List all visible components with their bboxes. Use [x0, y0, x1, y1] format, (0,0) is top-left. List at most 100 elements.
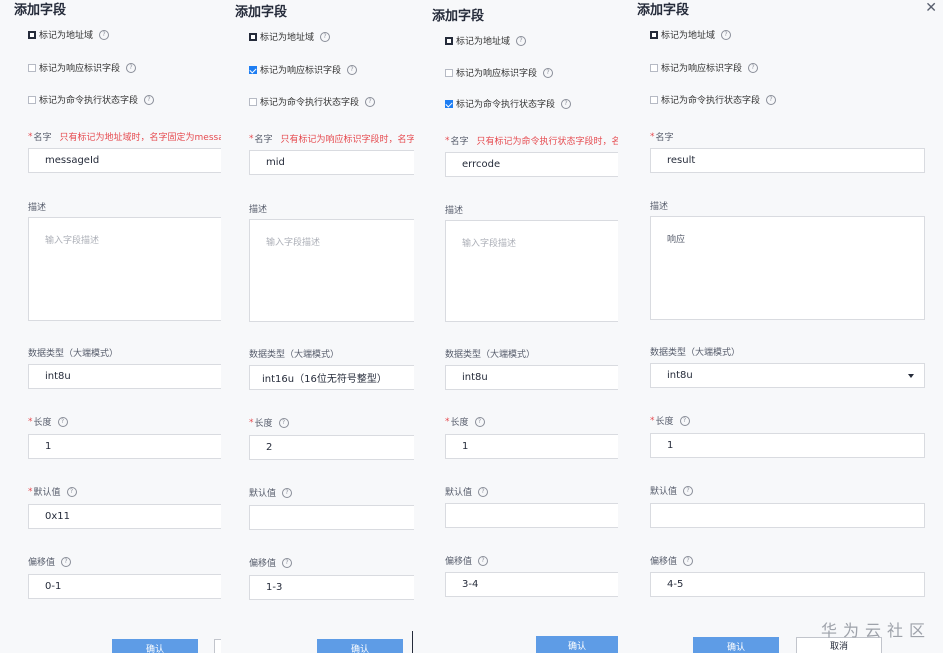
- name-warning: 只有标记为命令执行状态字段时，名字: [476, 137, 618, 147]
- datatype-select[interactable]: int8u: [445, 365, 618, 390]
- confirm-button[interactable]: 确认: [317, 639, 403, 653]
- name-input[interactable]: messageId: [28, 148, 221, 173]
- description-textarea[interactable]: 输入字段描述: [445, 220, 618, 322]
- help-icon[interactable]: ?: [282, 487, 293, 498]
- help-icon[interactable]: ?: [683, 555, 694, 566]
- command-checkbox[interactable]: [28, 95, 36, 104]
- offset-input[interactable]: 4-5: [650, 572, 925, 597]
- default-label-text: 默认值: [445, 488, 473, 498]
- required-marker: *: [650, 131, 655, 142]
- command-field-option[interactable]: 标记为命令执行状态字段 ?: [445, 97, 572, 110]
- required-marker: *: [445, 135, 450, 146]
- command-checkbox[interactable]: [445, 99, 453, 108]
- datatype-select[interactable]: int8u: [28, 364, 221, 389]
- description-textarea[interactable]: 输入字段描述: [28, 217, 221, 321]
- response-checkbox[interactable]: [445, 68, 453, 77]
- help-icon[interactable]: ?: [278, 417, 289, 428]
- help-icon[interactable]: ?: [144, 94, 155, 105]
- response-field-option[interactable]: 标记为响应标识字段 ?: [445, 66, 554, 79]
- help-icon[interactable]: ?: [474, 416, 485, 427]
- help-icon[interactable]: ?: [365, 96, 376, 107]
- confirm-button[interactable]: 确认: [693, 637, 779, 653]
- name-label-text: 名字: [450, 137, 469, 147]
- length-input[interactable]: 1: [28, 434, 221, 459]
- datatype-select[interactable]: int8u: [650, 363, 925, 388]
- response-field-option[interactable]: 标记为响应标识字段 ?: [650, 61, 759, 74]
- caret-down-icon[interactable]: [908, 374, 914, 378]
- dialog-panel-2: 添加字段 标记为地址域 ? 标记为响应标识字段 ? 标记为命令执行状态字段 ? …: [221, 0, 414, 653]
- cancel-button[interactable]: [214, 639, 221, 653]
- address-checkbox[interactable]: [650, 30, 658, 39]
- address-checkbox[interactable]: [28, 30, 36, 39]
- default-label: 默认值 ?: [650, 484, 694, 497]
- help-icon[interactable]: ?: [99, 29, 110, 40]
- offset-input[interactable]: 0-1: [28, 574, 221, 599]
- name-label: * 名字: [650, 130, 674, 144]
- help-icon[interactable]: ?: [66, 486, 77, 497]
- description-label: 描述: [650, 202, 669, 212]
- help-icon[interactable]: ?: [679, 415, 690, 426]
- default-label: 默认值 ?: [445, 485, 489, 498]
- command-checkbox[interactable]: [650, 95, 658, 104]
- length-input[interactable]: 2: [249, 435, 414, 460]
- required-marker: *: [28, 131, 33, 142]
- address-field-option[interactable]: 标记为地址域 ?: [445, 34, 527, 47]
- confirm-button[interactable]: 确认: [112, 639, 198, 653]
- help-icon[interactable]: ?: [478, 486, 489, 497]
- description-textarea[interactable]: 响应: [650, 216, 925, 320]
- offset-label: 偏移值 ?: [28, 555, 72, 568]
- address-field-option[interactable]: 标记为地址域 ?: [249, 30, 331, 43]
- address-field-option[interactable]: 标记为地址域 ?: [28, 28, 110, 41]
- response-checkbox[interactable]: [249, 65, 257, 74]
- help-icon[interactable]: ?: [516, 35, 527, 46]
- datatype-select[interactable]: int16u（16位无符号整型）: [249, 365, 414, 390]
- address-checkbox[interactable]: [445, 36, 453, 45]
- name-input[interactable]: mid: [249, 150, 414, 175]
- help-icon[interactable]: ?: [543, 67, 554, 78]
- help-icon[interactable]: ?: [478, 555, 489, 566]
- length-input[interactable]: 1: [445, 434, 618, 459]
- description-label: 描述: [249, 205, 268, 215]
- help-icon[interactable]: ?: [61, 556, 72, 567]
- default-input[interactable]: [445, 503, 618, 528]
- default-input[interactable]: [249, 505, 414, 530]
- default-input[interactable]: 0x11: [28, 504, 221, 529]
- address-field-option[interactable]: 标记为地址域 ?: [650, 28, 732, 41]
- command-field-option[interactable]: 标记为命令执行状态字段 ?: [249, 95, 376, 108]
- response-checkbox[interactable]: [650, 63, 658, 72]
- help-icon[interactable]: ?: [320, 31, 331, 42]
- offset-input[interactable]: 3-4: [445, 572, 618, 597]
- address-checkbox[interactable]: [249, 32, 257, 41]
- response-field-option[interactable]: 标记为响应标识字段 ?: [249, 63, 358, 76]
- command-checkbox[interactable]: [249, 97, 257, 106]
- length-label: * 长度 ?: [28, 415, 68, 428]
- dialog-panel-3: 添加字段 标记为地址域 ? 标记为响应标识字段 ? 标记为命令执行状态字段 ? …: [417, 0, 618, 653]
- description-textarea[interactable]: 输入字段描述: [249, 219, 414, 322]
- help-icon[interactable]: ?: [683, 485, 694, 496]
- offset-label-text: 偏移值: [28, 558, 56, 568]
- help-icon[interactable]: ?: [126, 62, 137, 73]
- help-icon[interactable]: ?: [282, 557, 293, 568]
- command-field-option[interactable]: 标记为命令执行状态字段 ?: [28, 93, 155, 106]
- help-icon[interactable]: ?: [347, 64, 358, 75]
- required-marker: *: [650, 415, 655, 426]
- name-input[interactable]: errcode: [445, 152, 618, 177]
- confirm-button[interactable]: 确认: [536, 636, 618, 653]
- required-marker: *: [28, 486, 33, 497]
- name-input[interactable]: result: [650, 148, 925, 173]
- command-field-option[interactable]: 标记为命令执行状态字段 ?: [650, 93, 777, 106]
- help-icon[interactable]: ?: [748, 62, 759, 73]
- length-input[interactable]: 1: [650, 433, 925, 458]
- response-checkbox[interactable]: [28, 63, 36, 72]
- close-icon[interactable]: ✕: [925, 0, 937, 16]
- default-input[interactable]: [650, 503, 925, 528]
- help-icon[interactable]: ?: [57, 416, 68, 427]
- response-field-option[interactable]: 标记为响应标识字段 ?: [28, 61, 137, 74]
- offset-input[interactable]: 1-3: [249, 575, 414, 600]
- command-option-label: 标记为命令执行状态字段: [39, 96, 139, 106]
- watermark: 华为云社区: [820, 621, 931, 640]
- help-icon[interactable]: ?: [561, 98, 572, 109]
- help-icon[interactable]: ?: [766, 94, 777, 105]
- offset-label: 偏移值 ?: [650, 554, 694, 567]
- help-icon[interactable]: ?: [721, 29, 732, 40]
